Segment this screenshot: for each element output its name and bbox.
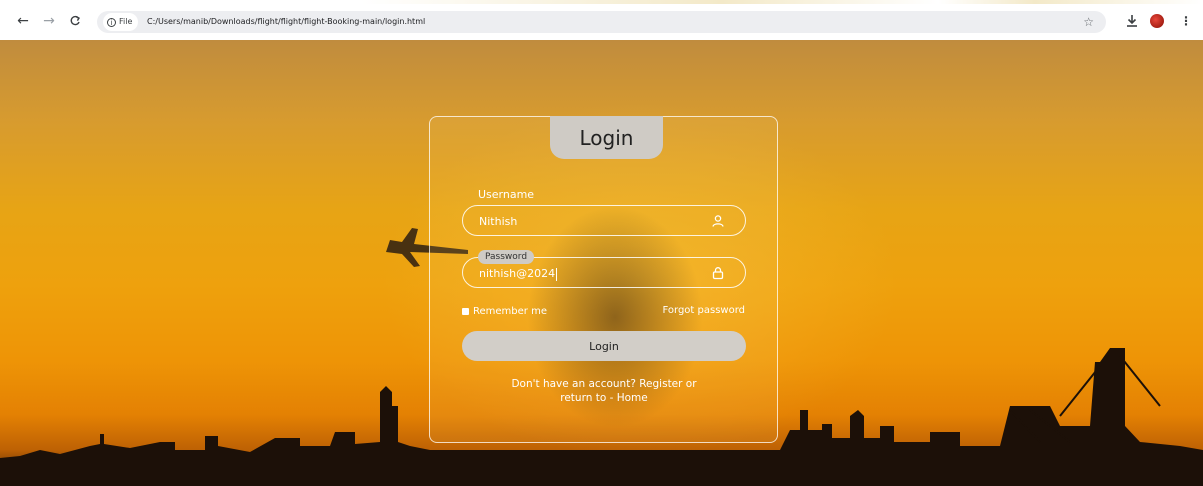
username-label: Username	[478, 188, 535, 201]
lock-icon	[712, 267, 724, 280]
url-text[interactable]: C:/Users/manib/Downloads/flight/flight/f…	[147, 11, 425, 33]
user-icon	[712, 215, 724, 227]
info-icon: i	[107, 17, 116, 27]
more-vertical-icon[interactable]: ⋮	[1180, 12, 1192, 30]
text-caret	[556, 267, 558, 281]
site-info-chip[interactable]: i File	[103, 13, 139, 31]
star-icon[interactable]: ☆	[1083, 11, 1094, 33]
reload-icon	[70, 15, 81, 26]
forward-button[interactable]: →	[40, 12, 58, 30]
username-field[interactable]: Nithish	[462, 205, 746, 236]
login-card: Login Username Nithish nithish@2024 Pass…	[429, 116, 778, 443]
arrow-left-icon: ←	[17, 13, 29, 29]
arrow-right-icon: →	[43, 13, 55, 29]
checkbox-box[interactable]	[462, 308, 469, 315]
page-title: Login	[579, 125, 634, 150]
browser-toolbar: ← → i File C:/Users/manib/Downloads/flig…	[0, 0, 1203, 40]
tab-strip-edge	[0, 0, 1203, 4]
reload-button[interactable]	[66, 12, 84, 30]
login-page: Login Username Nithish nithish@2024 Pass…	[0, 40, 1203, 486]
forgot-password-link[interactable]: Forgot password	[663, 305, 746, 316]
file-chip-label: File	[119, 17, 133, 26]
login-title-tab: Login	[550, 116, 663, 159]
back-button[interactable]: ←	[14, 12, 32, 30]
address-bar[interactable]: i File C:/Users/manib/Downloads/flight/f…	[97, 11, 1106, 33]
profile-avatar[interactable]	[1150, 14, 1164, 28]
register-prompt: Don't have an account? Register or retur…	[462, 377, 746, 405]
password-label: Password	[478, 250, 535, 264]
remember-me-label: Remember me	[473, 306, 547, 317]
username-value: Nithish	[479, 215, 518, 228]
download-icon[interactable]	[1124, 13, 1140, 29]
home-link[interactable]: return to - Home	[462, 391, 746, 405]
login-button[interactable]: Login	[462, 331, 746, 361]
register-link[interactable]: Don't have an account? Register or	[462, 377, 746, 391]
password-value: nithish@2024	[479, 267, 556, 280]
remember-me-checkbox[interactable]: Remember me	[462, 306, 547, 317]
